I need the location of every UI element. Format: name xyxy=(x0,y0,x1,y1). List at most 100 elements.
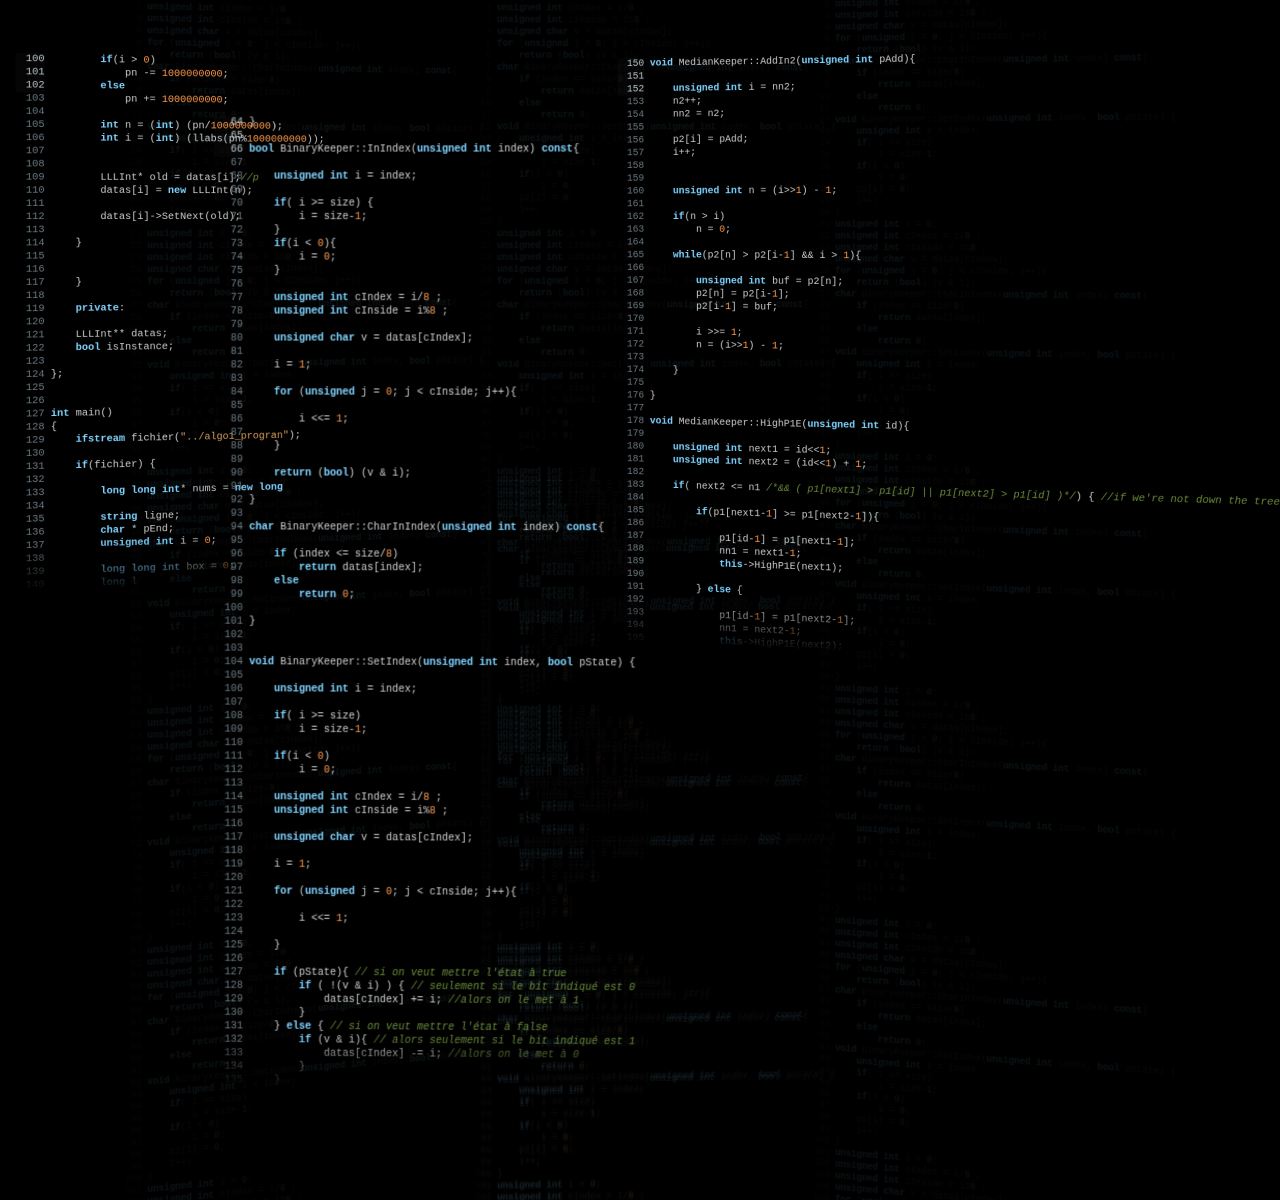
code-line[interactable]: i >>= 1; xyxy=(650,327,743,339)
code-line[interactable]: void MedianKeeper::AddIn2(unsigned int p… xyxy=(650,54,916,69)
code-line[interactable]: unsigned int cIndex = i/8 ; xyxy=(249,792,442,804)
line-number: 115 xyxy=(15,250,44,263)
code-line[interactable]: while(p2[n] > p2[i-1] && i > 1){ xyxy=(650,250,861,262)
code-line[interactable]: i = 1; xyxy=(249,859,311,871)
line-number: 78 xyxy=(214,305,243,319)
code-line[interactable]: } xyxy=(249,441,280,452)
line-number: 66 xyxy=(214,143,243,157)
code-line[interactable]: } xyxy=(650,391,656,402)
code-line[interactable]: unsigned int i = index; xyxy=(249,684,417,696)
code-line[interactable]: i = 1; xyxy=(249,360,311,371)
code-line[interactable]: unsigned int n = (i>>1) - 1; xyxy=(650,186,837,197)
line-number: 72 xyxy=(214,224,243,237)
code-line[interactable]: else xyxy=(51,81,125,93)
code-line[interactable]: } xyxy=(249,495,255,506)
code-line[interactable]: if(i > 0) xyxy=(51,54,156,66)
code-line[interactable]: long l xyxy=(51,577,138,591)
code-line[interactable]: } xyxy=(249,1062,305,1074)
code-line[interactable]: n = 0; xyxy=(650,225,731,236)
code-line[interactable]: } xyxy=(249,117,255,128)
code-line[interactable]: unsigned char v = datas[cIndex]; xyxy=(249,333,473,345)
code-line[interactable]: } xyxy=(249,1008,305,1020)
code-line[interactable]: int main() xyxy=(51,408,113,420)
code-line[interactable]: unsigned int cIndex = i/8 ; xyxy=(249,293,442,305)
line-number: 183 xyxy=(617,478,644,491)
code-line[interactable]: else xyxy=(249,576,299,588)
code-line[interactable]: } xyxy=(249,617,255,628)
code-line[interactable]: datas[i]->SetNext(old); xyxy=(51,212,241,223)
code-line[interactable]: } xyxy=(249,266,280,277)
code-pane-right[interactable]: 1501511521531541551561571581591601611621… xyxy=(617,47,1280,673)
code-line[interactable]: unsigned char v = datas[cIndex]; xyxy=(249,832,473,844)
code-line[interactable]: p2[i] = pAdd; xyxy=(650,135,749,147)
code-line[interactable]: if(n > i) xyxy=(650,212,725,223)
code-line[interactable]: } xyxy=(650,365,679,376)
code-line[interactable]: if(i < 0) xyxy=(249,751,330,763)
code-line[interactable]: if (pState){ // si on veut mettre l'état… xyxy=(249,967,566,980)
code-area-right[interactable]: void MedianKeeper::AddIn2(unsigned int p… xyxy=(650,47,1280,673)
code-line[interactable]: for (unsigned j = 0; j < cInside; j++){ xyxy=(249,886,517,899)
code-line[interactable]: p2[i-1] = buf; xyxy=(650,301,778,313)
code-line[interactable]: datas[cIndex] += i; //alors on le met à … xyxy=(249,994,579,1007)
code-line[interactable]: } xyxy=(51,238,82,249)
code-line[interactable]: i = 0; xyxy=(249,252,336,263)
code-line[interactable]: i = size-1; xyxy=(249,724,367,736)
code-line[interactable]: } else { xyxy=(650,583,743,597)
code-line[interactable]: { xyxy=(51,422,57,433)
code-line[interactable]: i <<= 1; xyxy=(249,414,348,426)
code-line[interactable]: private: xyxy=(51,303,125,315)
code-line[interactable]: } xyxy=(249,225,280,236)
code-line[interactable]: unsigned int i = index; xyxy=(249,171,417,182)
code-area-middle[interactable]: } bool BinaryKeeper::InIndex(unsigned in… xyxy=(249,116,635,1090)
code-line[interactable]: i++; xyxy=(650,148,696,159)
code-line[interactable]: pn += 1000000000; xyxy=(51,94,229,107)
code-line[interactable]: if(fichier) { xyxy=(51,459,156,472)
code-line[interactable]: unsigned int next2 = (id<<1) + 1; xyxy=(650,455,867,471)
code-pane-middle[interactable]: 6465666768697071727374757677787980818283… xyxy=(214,116,635,1090)
code-line[interactable]: }; xyxy=(51,369,63,380)
code-line[interactable]: if(p1[next1-1] >= p1[next2-1]){ xyxy=(650,506,879,524)
code-line[interactable]: long long int box = 0; xyxy=(51,561,235,578)
code-line[interactable]: unsigned int i = nn2; xyxy=(650,82,796,95)
code-line[interactable]: i = 0; xyxy=(249,765,336,777)
code-line[interactable]: return 0; xyxy=(249,590,355,602)
code-line[interactable]: datas[cIndex] -= i; //alors on le met à … xyxy=(249,1048,579,1061)
code-line[interactable]: unsigned int i = 0; xyxy=(51,536,217,552)
code-line[interactable]: } xyxy=(249,1075,280,1087)
code-line[interactable]: n2++; xyxy=(650,96,702,107)
code-line[interactable]: bool isInstance; xyxy=(51,342,174,354)
code-line[interactable]: LLLInt** datas; xyxy=(51,329,168,341)
code-line[interactable]: bool BinaryKeeper::InIndex(unsigned int … xyxy=(249,144,579,156)
code-line[interactable]: if( i >= size) { xyxy=(249,198,373,209)
code-line[interactable]: } else { // si on veut mettre l'état à f… xyxy=(249,1021,548,1034)
code-line[interactable]: if (v & i){ // alors seulement si le bit… xyxy=(249,1035,635,1049)
code-line[interactable]: void MedianKeeper::HighP1E(unsigned int … xyxy=(650,416,910,432)
code-line[interactable]: i <<= 1; xyxy=(249,913,348,925)
code-line[interactable]: } xyxy=(51,277,82,288)
code-line[interactable]: pn -= 1000000000; xyxy=(51,67,229,80)
code-line[interactable]: } xyxy=(249,940,280,952)
code-line[interactable]: nn2 = n2; xyxy=(650,109,725,121)
code-line[interactable]: if(i < 0){ xyxy=(249,239,336,250)
code-line[interactable]: unsigned int buf = p2[n]; xyxy=(650,276,843,288)
code-line[interactable]: unsigned int cInside = i%8 ; xyxy=(249,805,448,817)
code-line[interactable]: if( next2 <= n1 /*&& ( p1[next1] > p1[id… xyxy=(650,480,1280,509)
code-line[interactable]: if ( !(v & i) ) { // seulement si le bit… xyxy=(249,981,635,995)
code-line[interactable]: char BinaryKeeper::CharInIndex(unsigned … xyxy=(249,522,604,534)
code-line[interactable]: for (unsigned j = 0; j < cInside; j++){ xyxy=(249,387,517,399)
line-number: 93 xyxy=(214,507,243,521)
code-line[interactable]: void BinaryKeeper::SetIndex(unsigned int… xyxy=(249,657,635,670)
code-line[interactable]: string ligne; xyxy=(51,511,180,525)
line-number: 133 xyxy=(15,487,44,501)
code-line[interactable]: i = size-1; xyxy=(249,212,367,223)
code-line[interactable]: if (index <= size/8) xyxy=(249,549,398,561)
code-line[interactable]: n = (i>>1) - 1; xyxy=(650,340,784,353)
code-line[interactable]: return (bool) (v & i); xyxy=(249,468,411,480)
code-line[interactable]: p2[n] = p2[i-1]; xyxy=(650,289,790,301)
code-line[interactable]: this->HighP1E(next1); xyxy=(650,557,843,575)
code-line[interactable]: char * pEnd; xyxy=(51,524,174,538)
code-line[interactable]: if( i >= size) xyxy=(249,711,361,723)
code-line[interactable]: return datas[index]; xyxy=(249,563,423,575)
code-line[interactable]: unsigned int cInside = i%8 ; xyxy=(249,306,448,318)
line-number: 192 xyxy=(617,593,644,607)
